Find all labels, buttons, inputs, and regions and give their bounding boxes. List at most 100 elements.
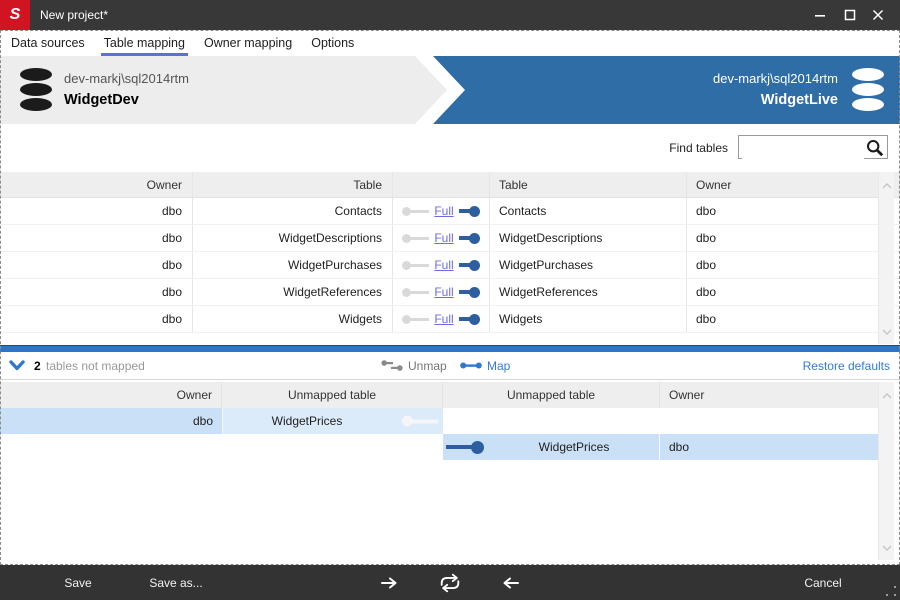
owner-cell: dbo xyxy=(0,252,193,278)
column-header-spacer xyxy=(393,172,490,197)
connector-handle-icon[interactable] xyxy=(402,415,438,427)
scroll-up-icon[interactable] xyxy=(882,386,892,404)
search-icon[interactable] xyxy=(866,139,884,162)
find-tables-label: Find tables xyxy=(669,141,728,155)
map-button[interactable]: Map xyxy=(460,352,510,379)
arrow-left-icon xyxy=(503,577,519,588)
toggle-left-icon[interactable] xyxy=(402,260,430,270)
connector-handle-icon[interactable] xyxy=(446,440,484,454)
owner-cell: dbo xyxy=(696,312,717,326)
table-cell: WidgetReferences xyxy=(193,279,393,305)
toggle-right-icon[interactable] xyxy=(458,259,480,271)
unmapped-row-source[interactable]: dbo WidgetPrices xyxy=(0,408,443,434)
unmapped-count: 2 xyxy=(34,359,41,373)
source-database-panel[interactable]: dev-markj\sql2014rtm WidgetDev xyxy=(0,56,447,124)
unmap-button[interactable]: Unmap xyxy=(381,352,447,379)
owner-cell: dbo xyxy=(0,225,193,251)
panel-divider[interactable] xyxy=(0,345,900,352)
mapped-grid-header: Owner Table Table Owner xyxy=(0,172,900,198)
column-header-owner-left[interactable]: Owner xyxy=(0,382,222,408)
toggle-right-icon[interactable] xyxy=(458,313,480,325)
mapping-toggle: Full xyxy=(393,306,490,332)
toggle-right-icon[interactable] xyxy=(458,286,480,298)
toggle-right-icon[interactable] xyxy=(458,205,480,217)
app-logo-icon[interactable]: S xyxy=(0,0,30,30)
database-icon xyxy=(18,67,54,118)
table-cell: Contacts xyxy=(490,198,687,224)
table-cell: WidgetPurchases xyxy=(490,252,687,278)
scrollbar-upper[interactable] xyxy=(878,172,894,344)
save-as-button[interactable]: Save as... xyxy=(138,565,214,600)
minimize-button[interactable] xyxy=(806,0,834,30)
find-tables-input[interactable] xyxy=(742,137,864,159)
collapse-chevron-icon[interactable] xyxy=(9,360,25,374)
title-bar: S New project* xyxy=(0,0,900,30)
tab-options[interactable]: Options xyxy=(308,32,357,56)
map-icon xyxy=(460,362,482,369)
table-row[interactable]: dbo WidgetPurchases Full WidgetPurchases… xyxy=(0,252,900,279)
table-row[interactable]: dbo Contacts Full Contacts dbo xyxy=(0,198,900,225)
column-header-table-left[interactable]: Table xyxy=(193,172,393,197)
scroll-down-icon[interactable] xyxy=(882,322,892,340)
comparison-mode-link[interactable]: Full xyxy=(434,312,453,326)
owner-cell: dbo xyxy=(192,414,213,428)
tab-data-sources[interactable]: Data sources xyxy=(8,32,88,56)
toggle-left-icon[interactable] xyxy=(402,287,430,297)
column-header-unmapped-right[interactable]: Unmapped table xyxy=(443,382,660,408)
table-cell: Widgets xyxy=(490,306,687,332)
swap-direction-icon xyxy=(440,573,460,592)
column-header-table-right[interactable]: Table xyxy=(490,172,687,197)
app-window: S New project* Data sources Table mappin… xyxy=(0,0,900,600)
toggle-left-icon[interactable] xyxy=(402,314,430,324)
datasource-banner: dev-markj\sql2014rtm WidgetDev dev-markj… xyxy=(0,56,900,124)
column-header-owner-right[interactable]: Owner xyxy=(660,382,878,408)
deploy-right-button[interactable] xyxy=(375,565,405,600)
resize-grip[interactable] xyxy=(885,585,897,597)
table-row[interactable]: dbo WidgetDescriptions Full WidgetDescri… xyxy=(0,225,900,252)
mapping-toggle: Full xyxy=(393,198,490,224)
table-cell: Contacts xyxy=(193,198,393,224)
scrollbar-lower[interactable] xyxy=(878,382,894,560)
toggle-right-icon[interactable] xyxy=(458,232,480,244)
scroll-up-icon[interactable] xyxy=(882,176,892,194)
unmap-icon xyxy=(381,360,403,371)
target-database-name: WidgetLive xyxy=(760,92,838,108)
source-server-name: dev-markj\sql2014rtm xyxy=(64,71,189,86)
restore-defaults-link[interactable]: Restore defaults xyxy=(803,359,890,373)
table-row[interactable]: dbo WidgetReferences Full WidgetReferenc… xyxy=(0,279,900,306)
tab-owner-mapping[interactable]: Owner mapping xyxy=(201,32,295,56)
scroll-down-icon[interactable] xyxy=(882,538,892,556)
toggle-left-icon[interactable] xyxy=(402,206,430,216)
table-cell: WidgetDescriptions xyxy=(193,225,393,251)
switch-direction-button[interactable] xyxy=(435,565,465,600)
close-button[interactable] xyxy=(864,0,892,30)
database-icon xyxy=(850,67,886,118)
column-header-unmapped-left[interactable]: Unmapped table xyxy=(222,382,443,408)
table-row[interactable]: dbo Widgets Full Widgets dbo xyxy=(0,306,900,333)
column-header-owner-right[interactable]: Owner xyxy=(687,172,900,197)
unmapped-row-target[interactable]: WidgetPrices dbo xyxy=(443,434,878,460)
column-header-owner-left[interactable]: Owner xyxy=(0,172,193,197)
comparison-mode-link[interactable]: Full xyxy=(434,285,453,299)
owner-cell: dbo xyxy=(696,231,717,245)
close-icon xyxy=(872,9,884,21)
tab-bar: Data sources Table mapping Owner mapping… xyxy=(0,30,900,56)
mapping-toggle: Full xyxy=(393,225,490,251)
comparison-mode-link[interactable]: Full xyxy=(434,258,453,272)
minimize-icon xyxy=(815,15,825,17)
cancel-button[interactable]: Cancel xyxy=(792,565,854,600)
save-button[interactable]: Save xyxy=(48,565,108,600)
table-cell: WidgetPurchases xyxy=(193,252,393,278)
maximize-button[interactable] xyxy=(836,0,864,30)
comparison-mode-link[interactable]: Full xyxy=(434,204,453,218)
mapping-toggle: Full xyxy=(393,252,490,278)
footer-bar: Save Save as... Compare now Cancel xyxy=(0,565,900,600)
comparison-mode-link[interactable]: Full xyxy=(434,231,453,245)
connector-zone xyxy=(443,440,489,454)
map-label: Map xyxy=(487,358,511,373)
mapping-toggle: Full xyxy=(393,279,490,305)
unmapped-bar: 2 tables not mapped Unmap Map Restore de… xyxy=(0,352,900,380)
tab-table-mapping[interactable]: Table mapping xyxy=(100,32,188,56)
toggle-left-icon[interactable] xyxy=(402,233,430,243)
deploy-left-button[interactable] xyxy=(495,565,525,600)
